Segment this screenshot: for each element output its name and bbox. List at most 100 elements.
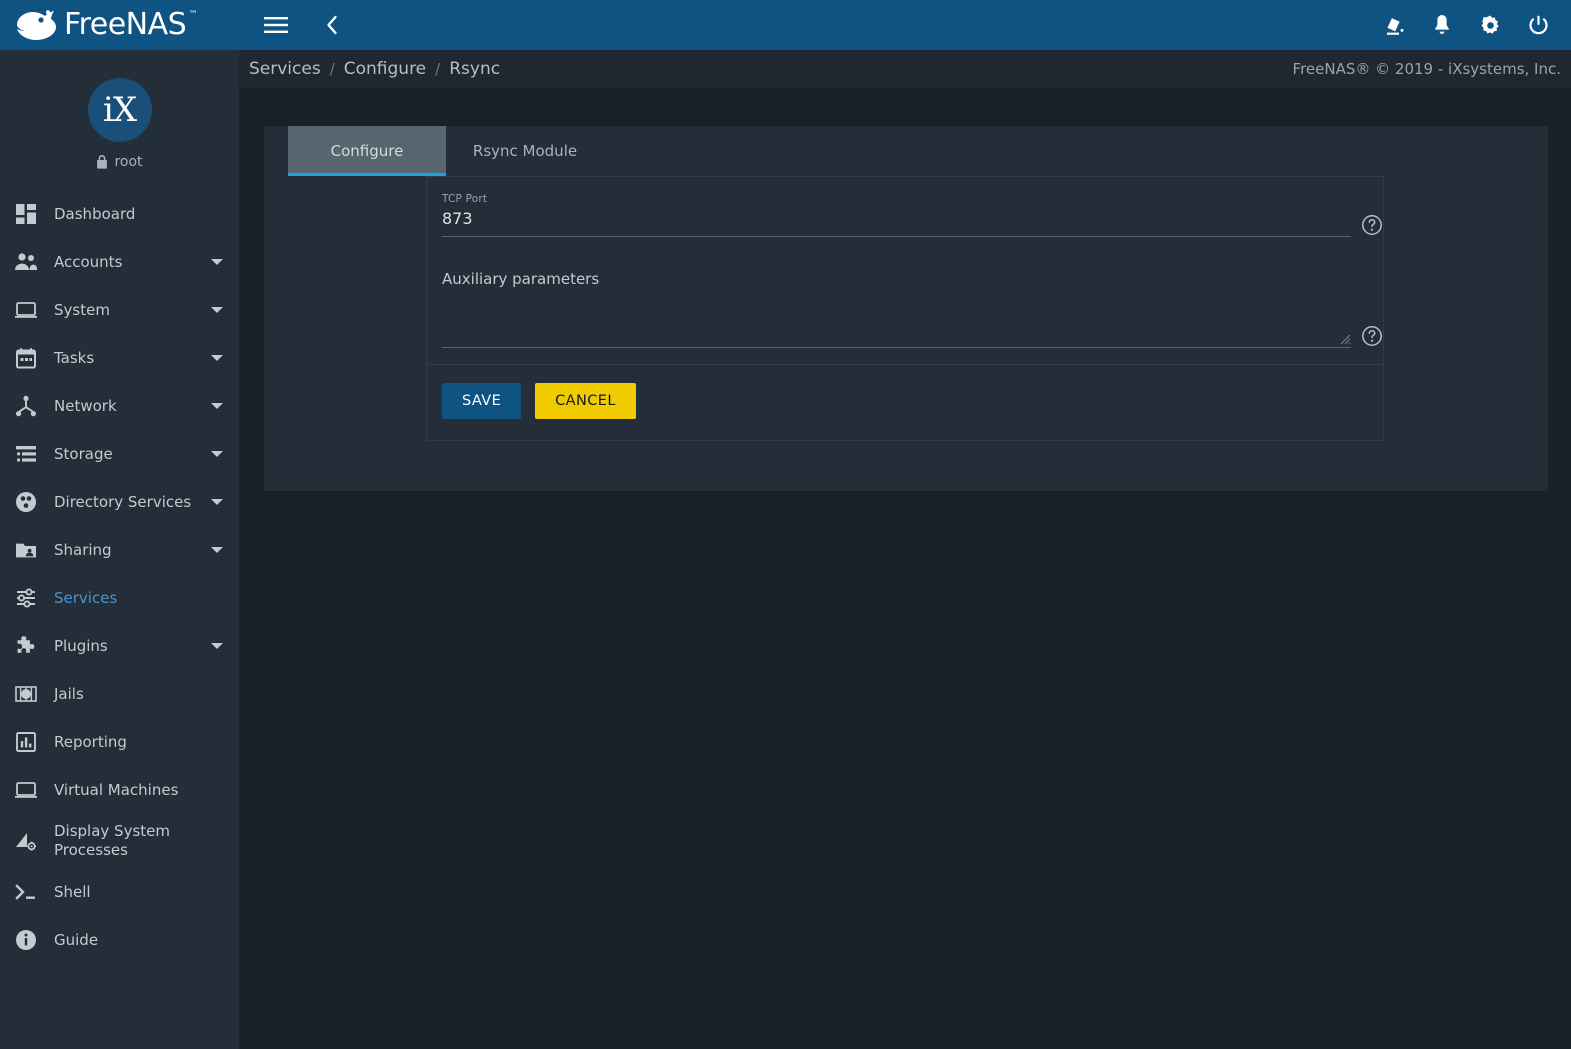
sidebar-item-label: Jails: [54, 684, 84, 703]
breadcrumb: Services / Configure / Rsync: [249, 59, 500, 79]
notifications-bell-icon[interactable]: [1423, 6, 1461, 44]
settings-gear-icon[interactable]: [1471, 6, 1509, 44]
tasks-calendar-icon: [14, 346, 38, 370]
sidebar-item-tasks[interactable]: Tasks: [0, 334, 239, 382]
help-circle-icon[interactable]: [1361, 214, 1383, 236]
rsync-configuration-card: Configure Rsync Module TCP Port 873 Auxi…: [264, 126, 1548, 491]
auxiliary-parameters-input-wrap: [442, 294, 1351, 348]
form-divider: [427, 364, 1383, 365]
tab-rsync-module[interactable]: Rsync Module: [446, 126, 604, 176]
sidebar-item-shell[interactable]: Shell: [0, 868, 239, 916]
sidebar-item-network[interactable]: Network: [0, 382, 239, 430]
chevron-down-icon[interactable]: [211, 307, 223, 313]
brand-header[interactable]: FreeNAS ™: [0, 0, 239, 50]
chevron-down-icon[interactable]: [211, 355, 223, 361]
sidebar-item-dashboard[interactable]: Dashboard: [0, 190, 239, 238]
sidebar-item-directory-services[interactable]: Directory Services: [0, 478, 239, 526]
trademark-symbol: ™: [188, 10, 198, 20]
tcp-port-label: TCP Port: [442, 193, 488, 205]
tcp-port-input[interactable]: 873: [442, 209, 1351, 237]
breadcrumb-item-services[interactable]: Services: [249, 59, 321, 79]
brand-logo: FreeNAS ™: [14, 7, 198, 42]
username-row[interactable]: root: [96, 154, 143, 170]
rsync-configure-form: TCP Port 873 Auxiliary parameters SAVE C…: [426, 176, 1384, 441]
sidebar-item-plugins[interactable]: Plugins: [0, 622, 239, 670]
chevron-down-icon[interactable]: [211, 451, 223, 457]
form-fields: TCP Port 873 Auxiliary parameters: [427, 177, 1383, 348]
sidebar-item-label: Display System Processes: [54, 822, 170, 859]
user-block: iX root: [0, 50, 239, 184]
brand-name-text: FreeNAS: [64, 7, 187, 42]
reporting-barchart-icon: [14, 730, 38, 754]
sidebar-menu: Dashboard Accounts System Tasks Network …: [0, 184, 239, 964]
chevron-down-icon[interactable]: [211, 547, 223, 553]
sidebar: FreeNAS ™ iX root Dashboard Accounts Sys…: [0, 0, 239, 1049]
sidebar-item-display-system-processes[interactable]: Display System Processes: [0, 814, 239, 868]
auxiliary-parameters-row: [442, 294, 1383, 348]
sharing-folder-icon: [14, 538, 38, 562]
dashboard-icon: [14, 202, 38, 226]
tcp-port-field: TCP Port 873: [442, 193, 1383, 237]
breadcrumb-bar: Services / Configure / Rsync FreeNAS® © …: [239, 50, 1571, 88]
chevron-down-icon[interactable]: [211, 403, 223, 409]
tab-bar: Configure Rsync Module: [264, 126, 1548, 176]
sidebar-item-reporting[interactable]: Reporting: [0, 718, 239, 766]
hamburger-menu-icon[interactable]: [257, 6, 295, 44]
sidebar-item-label: Network: [54, 396, 117, 415]
sidebar-item-sharing[interactable]: Sharing: [0, 526, 239, 574]
network-nodes-icon: [14, 394, 38, 418]
display-system-processes-icon: [14, 829, 38, 853]
tcp-port-input-wrap: TCP Port 873: [442, 193, 1351, 237]
form-actions: SAVE CANCEL: [442, 383, 636, 419]
help-circle-icon[interactable]: [1361, 325, 1383, 347]
sidebar-item-system[interactable]: System: [0, 286, 239, 334]
avatar-text: iX: [102, 90, 137, 130]
sidebar-item-label: Services: [54, 588, 118, 607]
sidebar-item-jails[interactable]: Jails: [0, 670, 239, 718]
main-content: Configure Rsync Module TCP Port 873 Auxi…: [239, 88, 1571, 1049]
sidebar-item-accounts[interactable]: Accounts: [0, 238, 239, 286]
sidebar-item-storage[interactable]: Storage: [0, 430, 239, 478]
lock-icon: [97, 155, 108, 169]
shell-prompt-icon: [14, 880, 38, 904]
auxiliary-parameters-label: Auxiliary parameters: [442, 270, 600, 288]
theme-paint-fill-icon[interactable]: [1375, 6, 1413, 44]
sidebar-item-label: Reporting: [54, 732, 127, 751]
copyright-notice: FreeNAS® © 2019 - iXsystems, Inc.: [1292, 60, 1561, 78]
plugins-puzzle-icon: [14, 634, 38, 658]
textarea-resize-grip-icon[interactable]: [1340, 334, 1351, 345]
save-button[interactable]: SAVE: [442, 383, 522, 419]
sidebar-item-label: Sharing: [54, 540, 112, 559]
sidebar-item-services[interactable]: Services: [0, 574, 239, 622]
power-icon[interactable]: [1519, 6, 1557, 44]
chevron-down-icon[interactable]: [211, 499, 223, 505]
sidebar-item-virtual-machines[interactable]: Virtual Machines: [0, 766, 239, 814]
tcp-port-row: TCP Port 873: [442, 193, 1383, 237]
chevron-down-icon[interactable]: [211, 643, 223, 649]
breadcrumb-separator: /: [435, 60, 441, 78]
cancel-button[interactable]: CANCEL: [535, 383, 636, 419]
breadcrumb-separator: /: [329, 60, 335, 78]
sidebar-item-label: Directory Services: [54, 492, 192, 511]
system-laptop-icon: [14, 298, 38, 322]
chevron-down-icon[interactable]: [211, 259, 223, 265]
jails-icon: [14, 682, 38, 706]
auxiliary-parameters-textarea[interactable]: [442, 294, 1351, 348]
sidebar-item-label: Plugins: [54, 636, 108, 655]
sidebar-item-label: Accounts: [54, 252, 123, 271]
sidebar-item-guide[interactable]: Guide: [0, 916, 239, 964]
breadcrumb-item-rsync: Rsync: [449, 59, 501, 79]
directory-services-icon: [14, 490, 38, 514]
avatar[interactable]: iX: [77, 68, 162, 152]
chevron-left-icon[interactable]: [313, 6, 351, 44]
brand-name: FreeNAS ™: [64, 7, 198, 42]
topbar: [239, 0, 1571, 50]
tab-configure[interactable]: Configure: [288, 126, 446, 176]
virtual-machines-laptop-icon: [14, 778, 38, 802]
breadcrumb-item-configure[interactable]: Configure: [344, 59, 426, 79]
sidebar-item-label: Storage: [54, 444, 113, 463]
sidebar-item-label: System: [54, 300, 110, 319]
username-label: root: [114, 154, 143, 170]
sidebar-item-label: Virtual Machines: [54, 780, 179, 799]
storage-list-icon: [14, 442, 38, 466]
